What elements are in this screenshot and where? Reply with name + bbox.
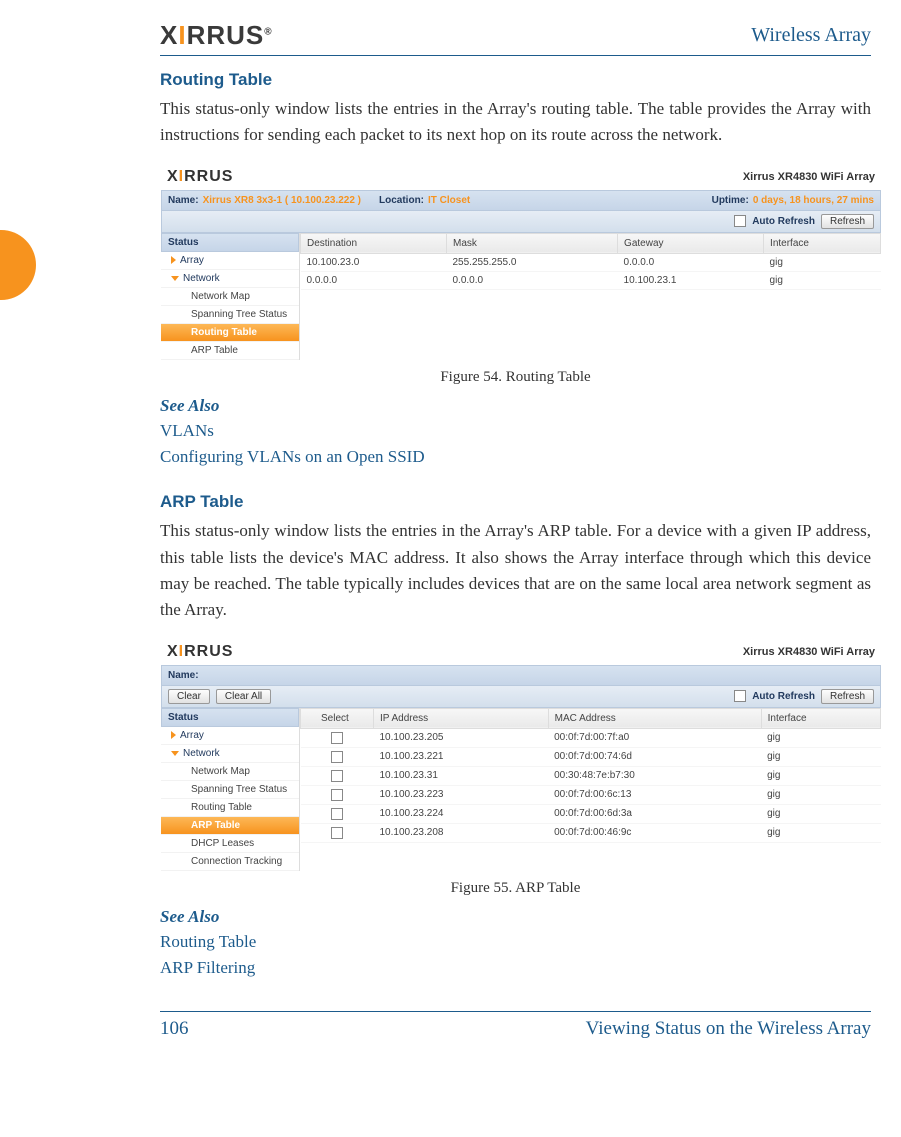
sidebar: Status Array Network Network Map Spannin…: [161, 233, 300, 360]
shot-logo: XIRRUS: [167, 168, 233, 186]
sidebar-head: Status: [161, 708, 299, 727]
page-number: 106: [160, 1018, 189, 1040]
col-mask: Mask: [447, 233, 618, 253]
product-name: Xirrus XR4830 WiFi Array: [743, 171, 875, 183]
chapter-title: Viewing Status on the Wireless Array: [586, 1018, 871, 1040]
clear-button[interactable]: Clear: [168, 689, 210, 704]
sidebar-item-stp[interactable]: Spanning Tree Status: [161, 781, 299, 799]
clear-all-button[interactable]: Clear All: [216, 689, 271, 704]
sidebar-head: Status: [161, 233, 299, 252]
sidebar-item-array[interactable]: Array: [161, 727, 299, 745]
toolbar: Auto Refresh Refresh: [161, 211, 881, 233]
row-select-checkbox[interactable]: [331, 789, 343, 801]
product-name: Xirrus XR4830 WiFi Array: [743, 646, 875, 658]
name-value: Xirrus XR8 3x3-1 ( 10.100.23.222 ): [203, 195, 361, 206]
refresh-button[interactable]: Refresh: [821, 214, 874, 229]
sidebar: Status Array Network Network Map Spannin…: [161, 708, 300, 871]
col-select: Select: [301, 708, 374, 728]
link-config-vlans[interactable]: Configuring VLANs on an Open SSID: [160, 444, 871, 470]
table-row: 10.100.23.20800:0f:7d:00:46:9cgig: [301, 823, 881, 842]
uptime-label: Uptime:: [712, 195, 749, 206]
sidebar-item-dhcp-leases[interactable]: DHCP Leases: [161, 835, 299, 853]
section-body-arp: This status-only window lists the entrie…: [160, 518, 871, 623]
sidebar-item-arp-table[interactable]: ARP Table: [161, 342, 299, 360]
col-interface: Interface: [761, 708, 880, 728]
sidebar-item-array[interactable]: Array: [161, 252, 299, 270]
figure-routing-table: XIRRUS Xirrus XR4830 WiFi Array Name: Xi…: [160, 161, 882, 361]
link-arp-filtering[interactable]: ARP Filtering: [160, 955, 871, 981]
sidebar-item-network-map[interactable]: Network Map: [161, 288, 299, 306]
brand-logo: XIRRUS®: [160, 20, 273, 51]
table-row: 10.100.23.20500:0f:7d:00:7f:a0gig: [301, 728, 881, 747]
table-row: 10.100.23.22100:0f:7d:00:74:6dgig: [301, 747, 881, 766]
sidebar-item-routing-table[interactable]: Routing Table: [161, 799, 299, 817]
col-mac: MAC Address: [548, 708, 761, 728]
footer-rule: [160, 1011, 871, 1012]
row-select-checkbox[interactable]: [331, 770, 343, 782]
row-select-checkbox[interactable]: [331, 732, 343, 744]
sidebar-item-stp[interactable]: Spanning Tree Status: [161, 306, 299, 324]
row-select-checkbox[interactable]: [331, 751, 343, 763]
info-bar: Name: Xirrus XR8 3x3-1 ( 10.100.23.222 )…: [161, 190, 881, 211]
sidebar-item-conn-tracking[interactable]: Connection Tracking: [161, 853, 299, 871]
col-gateway: Gateway: [618, 233, 764, 253]
side-tab: [0, 230, 36, 300]
col-destination: Destination: [301, 233, 447, 253]
figure-caption-54: Figure 54. Routing Table: [160, 369, 871, 386]
name-label: Name:: [168, 670, 199, 681]
tri-down-icon: [171, 276, 179, 281]
table-row: 10.100.23.22400:0f:7d:00:6d:3agig: [301, 804, 881, 823]
logo-i: I: [178, 20, 186, 50]
info-bar: Name:: [161, 665, 881, 686]
col-ip: IP Address: [374, 708, 549, 728]
sidebar-item-network[interactable]: Network: [161, 745, 299, 763]
logo-suffix: RRUS: [187, 20, 265, 50]
tri-right-icon: [171, 731, 176, 739]
table-row: 0.0.0.0 0.0.0.0 10.100.23.1 gig: [301, 271, 881, 289]
figure-caption-55: Figure 55. ARP Table: [160, 880, 871, 897]
logo-reg: ®: [264, 26, 272, 37]
tri-right-icon: [171, 256, 176, 264]
auto-refresh-checkbox[interactable]: [734, 215, 746, 227]
shot-logo: XIRRUS: [167, 643, 233, 661]
sidebar-item-network[interactable]: Network: [161, 270, 299, 288]
tri-down-icon: [171, 751, 179, 756]
doc-title: Wireless Array: [751, 24, 871, 47]
col-interface: Interface: [764, 233, 881, 253]
auto-refresh-checkbox[interactable]: [734, 690, 746, 702]
row-select-checkbox[interactable]: [331, 827, 343, 839]
sidebar-item-network-map[interactable]: Network Map: [161, 763, 299, 781]
logo-prefix: X: [160, 20, 178, 50]
section-body-routing: This status-only window lists the entrie…: [160, 96, 871, 149]
see-also-heading: See Also: [160, 907, 871, 927]
sidebar-item-arp-table[interactable]: ARP Table: [161, 817, 299, 835]
header-rule: [160, 55, 871, 56]
auto-refresh-label: Auto Refresh: [752, 691, 815, 702]
link-routing-table[interactable]: Routing Table: [160, 929, 871, 955]
refresh-button[interactable]: Refresh: [821, 689, 874, 704]
sidebar-item-routing-table[interactable]: Routing Table: [161, 324, 299, 342]
table-row: 10.100.23.3100:30:48:7e:b7:30gig: [301, 766, 881, 785]
name-label: Name:: [168, 195, 199, 206]
figure-arp-table: XIRRUS Xirrus XR4830 WiFi Array Name: Cl…: [160, 636, 882, 872]
arp-table: Select IP Address MAC Address Interface …: [300, 708, 881, 843]
section-title-arp: ARP Table: [160, 492, 871, 512]
auto-refresh-label: Auto Refresh: [752, 216, 815, 227]
routing-table: Destination Mask Gateway Interface 10.10…: [300, 233, 881, 290]
toolbar: Clear Clear All Auto Refresh Refresh: [161, 686, 881, 708]
link-vlans[interactable]: VLANs: [160, 418, 871, 444]
table-row: 10.100.23.22300:0f:7d:00:6c:13gig: [301, 785, 881, 804]
section-title-routing: Routing Table: [160, 70, 871, 90]
see-also-heading: See Also: [160, 396, 871, 416]
uptime-value: 0 days, 18 hours, 27 mins: [753, 195, 874, 206]
location-label: Location:: [379, 195, 424, 206]
row-select-checkbox[interactable]: [331, 808, 343, 820]
table-row: 10.100.23.0 255.255.255.0 0.0.0.0 gig: [301, 253, 881, 271]
location-value: IT Closet: [428, 195, 470, 206]
